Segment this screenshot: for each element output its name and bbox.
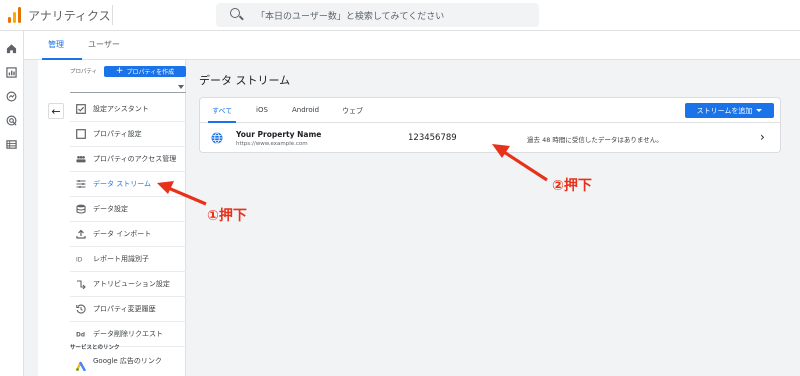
annotation-arrows	[157, 144, 548, 206]
annotation-step-2: ②押下	[552, 178, 592, 194]
annotation-arrow-1	[157, 181, 207, 206]
annotation-step-1: ①押下	[207, 208, 247, 224]
annotation-arrow-2	[492, 144, 548, 182]
